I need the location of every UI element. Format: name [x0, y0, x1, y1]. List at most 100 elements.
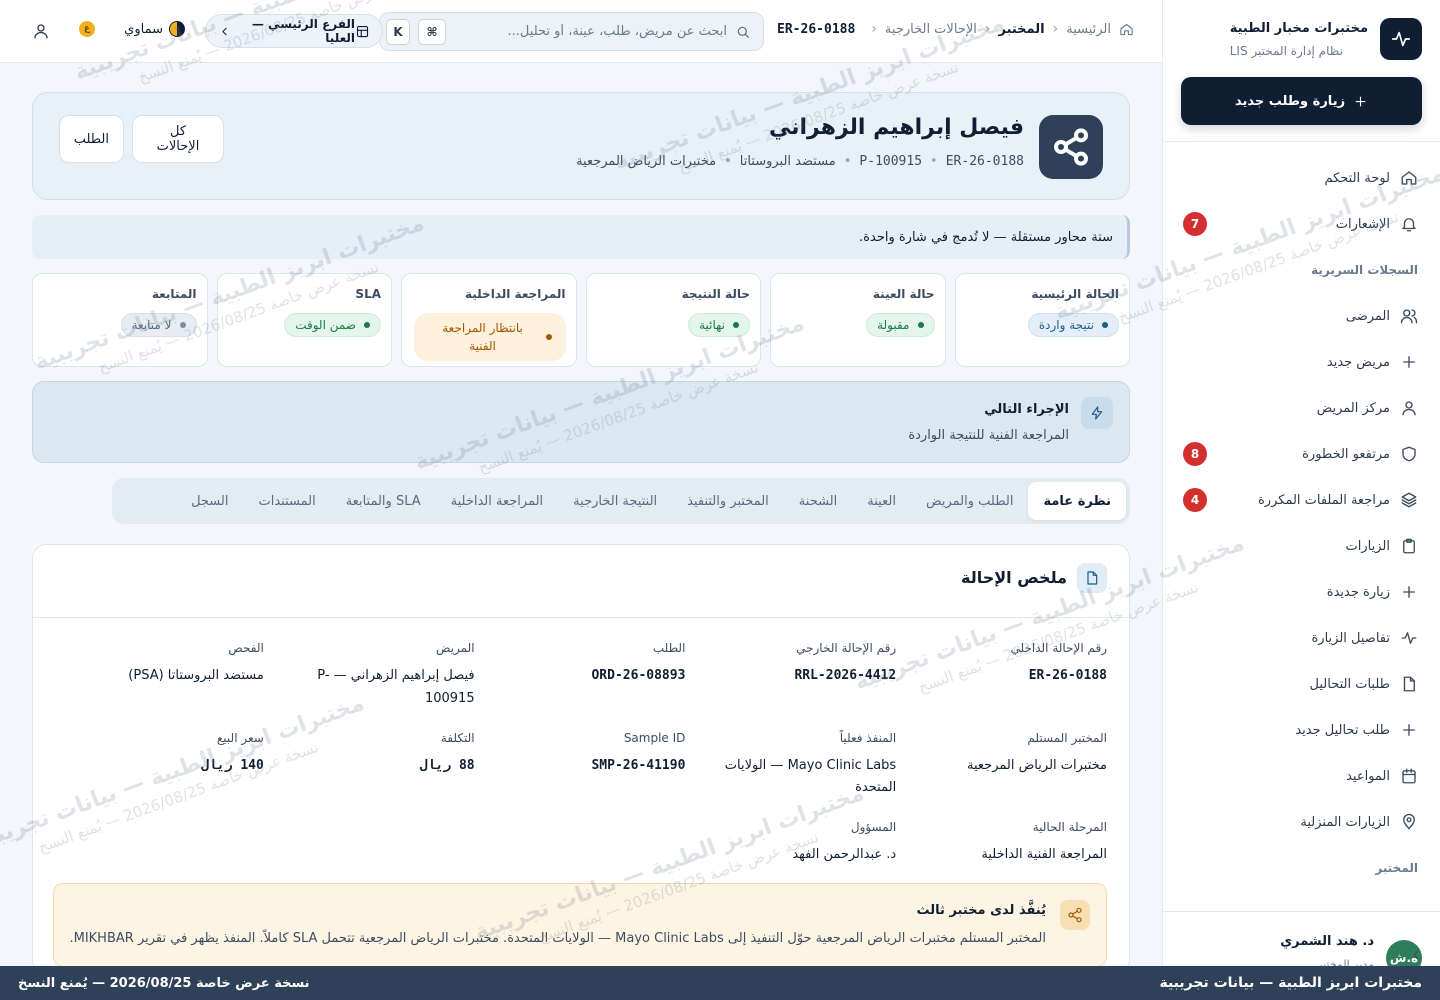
field-value: SMP-26-41190 [591, 757, 686, 773]
sidebar-item-label: مركز المريض [1316, 400, 1390, 416]
status-value: نهائية [699, 318, 725, 332]
field-label: المريض [436, 641, 475, 655]
next-action-card: الإجراء التالي المراجعة الفنية للنتيجة ا… [32, 381, 1130, 463]
status-card-sample: حالة العينة مقبولة [770, 273, 946, 367]
status-cards: الحالة الرئيسية نتيجة واردة حالة العينة … [32, 273, 1130, 367]
topbar: الرئيسية ‹ المختبر ‹ الإحالات الخارجية ‹… [0, 0, 1162, 63]
sidebar-item-label: لوحة التحكم [1324, 170, 1390, 186]
tab-documents[interactable]: المستندات [243, 482, 330, 520]
meta-separator: • [843, 154, 852, 169]
status-card-title: SLA [355, 287, 381, 301]
breadcrumb-external-referrals[interactable]: الإحالات الخارجية [885, 22, 977, 37]
tab-shipment[interactable]: الشحنة [784, 482, 852, 520]
user-icon[interactable] [32, 22, 50, 40]
next-action-description: المراجعة الفنية للنتيجة الواردة [908, 428, 1069, 443]
status-value: ضمن الوقت [295, 318, 356, 332]
tab-log[interactable]: السجل [176, 482, 243, 520]
sidebar-item-label: الزيارات المنزلية [1300, 814, 1390, 830]
field-label: المرحلة الحالية [1032, 820, 1107, 834]
global-search[interactable]: ⌘ K [379, 12, 764, 51]
search-input[interactable] [454, 24, 727, 39]
user-icon [1400, 399, 1418, 417]
status-card-internal-review: المراجعة الداخلية بانتظار المراجعة الفني… [401, 273, 577, 367]
all-referrals-button[interactable]: كل الإحالات [132, 115, 224, 163]
tab-overview[interactable]: نظرة عامة [1028, 482, 1126, 520]
status-card-title: حالة العينة [872, 287, 935, 301]
sidebar-item-dashboard[interactable]: لوحة التحكم [1181, 155, 1422, 201]
sidebar-item-visits[interactable]: الزيارات [1181, 523, 1422, 569]
field-patient: المريض فيصل إبراهيم الزهراني — P-100915 [264, 641, 475, 711]
field-internal-referral-no: رقم الإحالة الداخلي ER-26-0188 [896, 641, 1107, 711]
branch-label: الفرع الرئيسي — العليا [251, 17, 355, 45]
sidebar-item-home-visits[interactable]: الزيارات المنزلية [1181, 799, 1422, 845]
tab-order-patient[interactable]: الطلب والمريض [911, 482, 1029, 520]
sidebar-item-high-risk[interactable]: مرتفعو الخطورة 8 [1181, 431, 1422, 477]
tab-sla-followup[interactable]: SLA والمتابعة [331, 482, 436, 520]
next-action-title: الإجراء التالي [984, 402, 1069, 417]
command-key-icon: ⌘ [418, 18, 446, 45]
sidebar-item-visit-details[interactable]: تفاصيل الزيارة [1181, 615, 1422, 661]
chevron-left-icon [1409, 948, 1423, 962]
users-icon [1400, 307, 1418, 325]
sidebar-item-label: المرضى [1345, 308, 1390, 324]
breadcrumb: الرئيسية ‹ المختبر ‹ الإحالات الخارجية ‹… [777, 21, 1134, 37]
chevron-icon: ‹ [984, 21, 991, 37]
sidebar-item-new-test-request[interactable]: طلب تحاليل جديد [1181, 707, 1422, 753]
status-badge: نتيجة واردة [1027, 313, 1119, 337]
sidebar-item-patient-center[interactable]: مركز المريض [1181, 385, 1422, 431]
meta-separator: • [724, 154, 732, 169]
layers-icon [1400, 491, 1418, 509]
high-risk-badge: 8 [1183, 442, 1207, 466]
language-toggle[interactable]: ع [75, 21, 95, 41]
field-sample-id: Sample ID SMP-26-41190 [475, 731, 686, 801]
field-value: د. عبدالرحمن الفهد [792, 847, 897, 862]
brand: مختبرات مخبار الطبية نظام إدارة المختبر … [1230, 18, 1422, 60]
status-value: مقبولة [877, 318, 910, 332]
field-external-referral-no: رقم الإحالة الخارجي RRL-2026-4412 [685, 641, 896, 711]
sidebar-item-notifications[interactable]: الإشعارات 7 [1181, 201, 1422, 247]
k-key: K [386, 18, 410, 45]
field-value[interactable]: ORD-26-08893 [493, 665, 685, 688]
referral-summary: ملخص الإحالة رقم الإحالة الداخلي ER-26-0… [32, 544, 1130, 974]
sidebar-item-duplicate-review[interactable]: مراجعة الملفات المكررة 4 [1181, 477, 1422, 523]
current-user[interactable]: ه.ش د. هند الشمري مدير المختبر [1163, 911, 1440, 976]
sidebar-item-label: مرتفعو الخطورة [1302, 446, 1390, 462]
status-badge: نهائية [688, 313, 750, 337]
home-icon[interactable] [1119, 22, 1134, 37]
summary-title: ملخص الإحالة [960, 568, 1067, 587]
tab-external-result[interactable]: النتيجة الخارجية [558, 482, 672, 520]
tab-sample[interactable]: العينة [852, 482, 911, 520]
branch-selector[interactable]: الفرع الرئيسي — العليا [205, 14, 383, 48]
search-icon [735, 24, 751, 40]
new-visit-label: زيارة وطلب جديد [1234, 93, 1346, 109]
sidebar-item-new-patient[interactable]: مريض جديد [1181, 339, 1422, 385]
field-order: الطلب ORD-26-08893 [475, 641, 685, 711]
axes-note: ستة محاور مستقلة — لا تُدمج في شارة واحد… [32, 215, 1130, 259]
sidebar-item-patients[interactable]: المرضى [1181, 293, 1422, 339]
sidebar-item-label: طلب تحاليل جديد [1295, 722, 1390, 738]
field-value[interactable]: فيصل إبراهيم الزهراني — P-100915 [282, 665, 474, 711]
plus-icon [1400, 721, 1418, 739]
sidebar-item-new-visit[interactable]: زيارة جديدة [1181, 569, 1422, 615]
field-value: Mayo Clinic Labs — الولايات المتحدة [724, 757, 897, 796]
sidebar-item-appointments[interactable]: المواعيد [1181, 753, 1422, 799]
new-visit-button[interactable]: زيارة وطلب جديد [1181, 77, 1422, 125]
field-value: RRL-2026-4412 [794, 668, 897, 683]
breadcrumb-lab[interactable]: المختبر [998, 22, 1044, 37]
order-button[interactable]: الطلب [59, 115, 124, 163]
breadcrumb-home[interactable]: الرئيسية [1066, 22, 1111, 37]
field-label: المسؤول [850, 820, 897, 834]
file-icon [1400, 675, 1418, 693]
tab-internal-review[interactable]: المراجعة الداخلية [436, 482, 559, 520]
theme-icon [169, 21, 185, 37]
user-name: د. هند الشمري [1280, 934, 1374, 949]
field-label: المنفذ فعلياً [839, 730, 897, 745]
divider [1163, 141, 1440, 142]
sidebar-item-test-requests[interactable]: طلبات التحاليل [1181, 661, 1422, 707]
brand-subtitle: نظام إدارة المختبر LIS [1229, 43, 1343, 58]
field-value: 88 ريال [419, 757, 475, 773]
tab-lab-execution[interactable]: المختبر والتنفيذ [672, 482, 784, 520]
theme-toggle[interactable]: سماوي [124, 21, 185, 37]
field-label: سعر البيع [216, 730, 264, 745]
status-card-title: حالة النتيجة [681, 287, 750, 301]
